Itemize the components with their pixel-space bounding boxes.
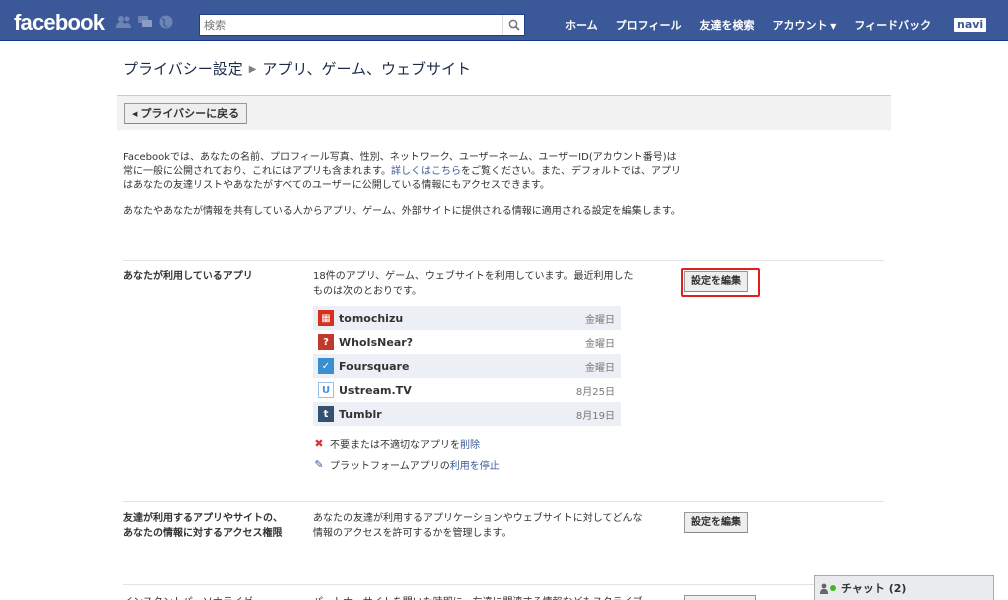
friends-edit-settings-button[interactable]: 設定を編集 — [684, 512, 748, 533]
disable-platform-link[interactable]: 利用を停止 — [450, 457, 500, 472]
tumblr-icon: t — [318, 406, 334, 422]
chat-label: チャット (2) — [841, 582, 907, 595]
app-row[interactable]: ✓ Foursquare 金曜日 — [313, 354, 621, 378]
recent-apps-list: ▦ tomochizu 金曜日 ? WhoIsNear? 金曜日 ✓ Fours… — [313, 306, 621, 426]
back-button-label: プライバシーに戻る — [140, 107, 240, 120]
pencil-icon: ✎ — [314, 458, 324, 471]
app-last-used: 金曜日 — [585, 314, 615, 326]
messages-icon[interactable] — [137, 15, 153, 29]
chat-bar[interactable]: チャット (2) — [814, 575, 994, 600]
back-to-privacy-button[interactable]: ◀ プライバシーに戻る — [124, 103, 248, 124]
whoisnear-icon: ? — [318, 334, 334, 350]
top-bar: facebook ホーム プロフィール 友達を検索 アカウント フィードバック … — [0, 0, 1008, 41]
app-name: Tumblr — [339, 407, 382, 421]
chat-person-icon — [820, 583, 828, 594]
breadcrumb: プライバシー設定 ▶ アプリ、ゲーム、ウェブサイト — [123, 58, 471, 79]
user-badge[interactable]: navi — [954, 18, 987, 32]
app-name: Foursquare — [339, 359, 410, 373]
app-name: tomochizu — [339, 311, 404, 325]
app-last-used: 8月25日 — [575, 386, 615, 398]
search-input[interactable] — [200, 15, 500, 35]
top-nav: ホーム プロフィール 友達を検索 アカウント フィードバック — [556, 17, 940, 33]
disable-platform-text: プラットフォームアプリの — [330, 461, 450, 472]
facebook-logo[interactable]: facebook — [14, 10, 105, 36]
notification-jewels — [116, 15, 174, 29]
remove-x-icon: ✖ — [314, 437, 324, 450]
divider — [123, 501, 884, 502]
app-name: Ustream.TV — [339, 383, 412, 397]
apps-you-use-title: あなたが利用しているアプリ — [123, 271, 253, 282]
breadcrumb-root[interactable]: プライバシー設定 — [123, 60, 243, 78]
nav-find-friends[interactable]: 友達を検索 — [690, 17, 763, 33]
instant-personalization-edit-button[interactable] — [684, 595, 756, 600]
nav-profile[interactable]: プロフィール — [607, 17, 691, 33]
back-arrow-icon: ◀ — [132, 110, 138, 118]
foursquare-icon: ✓ — [318, 358, 334, 374]
nav-feedback[interactable]: フィードバック — [845, 17, 940, 33]
intro-paragraph-1: Facebookでは、あなたの名前、プロフィール写真、性別、ネットワーク、ユーザ… — [123, 151, 683, 193]
remove-apps-link[interactable]: 削除 — [460, 436, 480, 451]
search-box — [199, 14, 525, 36]
search-icon — [508, 19, 520, 31]
app-row[interactable]: ? WhoIsNear? 金曜日 — [313, 330, 621, 354]
divider — [123, 584, 884, 585]
app-last-used: 金曜日 — [585, 362, 615, 374]
app-last-used: 金曜日 — [585, 338, 615, 350]
divider — [123, 260, 884, 261]
instant-personalization-description: パートナーサイトを開いた時即に、友達に関連する情報などもスクライブ — [313, 593, 653, 600]
apps-you-use-description: 18件のアプリ、ゲーム、ウェブサイトを利用しています。最近利用したものは次のとお… — [313, 271, 634, 297]
learn-more-link[interactable]: 詳しくはこちら — [391, 166, 461, 177]
intro-paragraph-2: あなたやあなたが情報を共有している人からアプリ、ゲーム、外部サイトに提供される情… — [123, 206, 681, 217]
ustream-icon: U — [318, 382, 334, 398]
friends-apps-description: あなたの友達が利用するアプリケーションやウェブサイトに対してどんな情報のアクセス… — [313, 513, 643, 539]
instant-personalization-title: インスタントパーソナライゼ — [123, 593, 253, 600]
app-row[interactable]: U Ustream.TV 8月25日 — [313, 378, 621, 402]
friend-requests-icon[interactable] — [116, 15, 132, 29]
search-button[interactable] — [502, 15, 524, 35]
remove-apps-row: ✖ 不要または不適切なアプリを 削除 — [313, 436, 480, 451]
online-status-dot — [830, 585, 836, 591]
friends-apps-title: 友達が利用するアプリやサイトの、あなたの情報に対するアクセス権限 — [123, 513, 283, 539]
app-last-used: 8月19日 — [575, 410, 615, 422]
disable-platform-row: ✎ プラットフォームアプリの 利用を停止 — [313, 457, 500, 472]
intro-text: Facebookでは、あなたの名前、プロフィール写真、性別、ネットワーク、ユーザ… — [123, 151, 683, 231]
apps-edit-settings-button[interactable]: 設定を編集 — [684, 271, 748, 292]
app-row[interactable]: t Tumblr 8月19日 — [313, 402, 621, 426]
back-bar: ◀ プライバシーに戻る — [117, 95, 891, 130]
breadcrumb-current: アプリ、ゲーム、ウェブサイト — [262, 60, 472, 78]
nav-account-menu[interactable]: アカウント — [763, 17, 845, 33]
app-row[interactable]: ▦ tomochizu 金曜日 — [313, 306, 621, 330]
breadcrumb-arrow-icon: ▶ — [248, 64, 257, 75]
tomochizu-icon: ▦ — [318, 310, 334, 326]
notifications-globe-icon[interactable] — [158, 15, 174, 29]
remove-apps-text: 不要または不適切なアプリを — [330, 440, 460, 451]
app-name: WhoIsNear? — [339, 335, 414, 349]
nav-home[interactable]: ホーム — [556, 17, 607, 33]
